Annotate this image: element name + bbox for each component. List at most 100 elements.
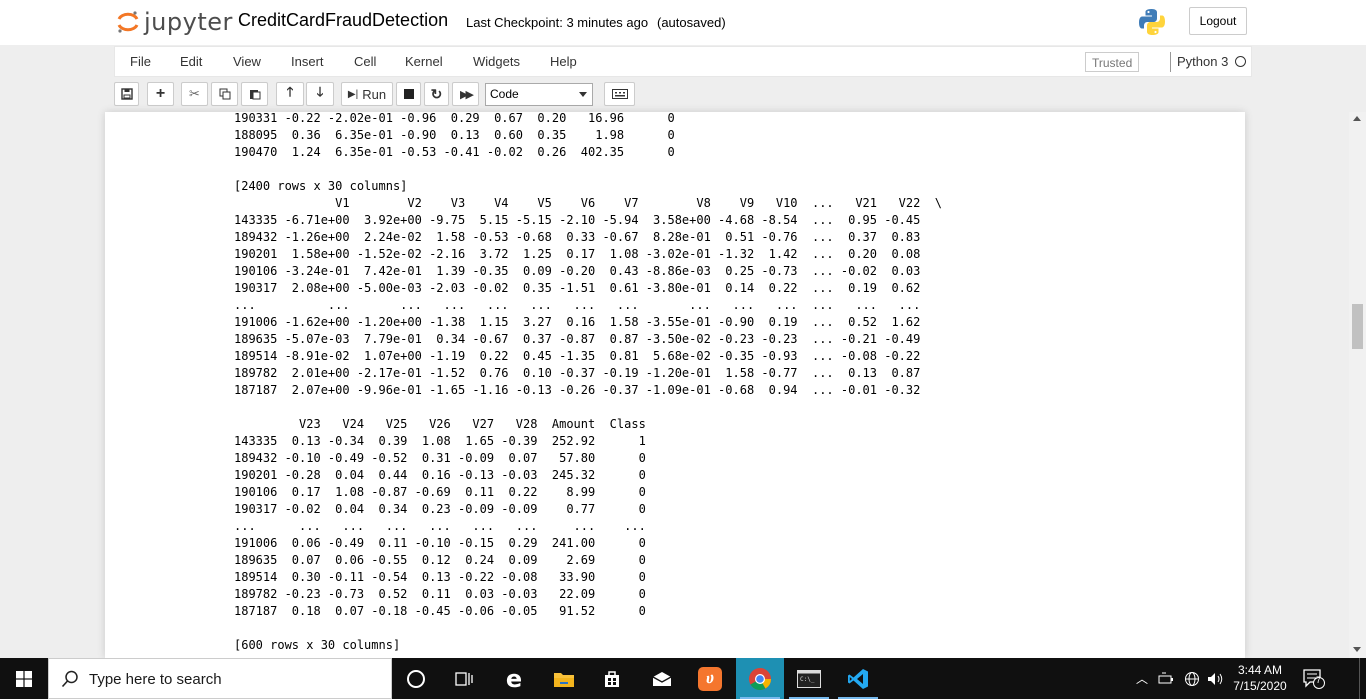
menu-file[interactable]: File bbox=[130, 54, 151, 69]
taskbar-chrome[interactable] bbox=[736, 658, 784, 699]
taskbar-file-explorer[interactable] bbox=[540, 658, 588, 699]
copy-button[interactable] bbox=[211, 82, 238, 106]
chrome-icon bbox=[749, 667, 771, 690]
output-line: 187187 2.07e+00 -9.96e-01 -1.65 -1.16 -0… bbox=[234, 383, 921, 397]
output-line: ... ... ... ... ... ... ... ... ... bbox=[234, 519, 646, 533]
taskbar-search[interactable]: Type here to search bbox=[48, 658, 392, 699]
trusted-indicator[interactable]: Trusted bbox=[1085, 52, 1140, 72]
move-down-button[interactable]: 🡓 bbox=[306, 82, 334, 106]
task-view-button[interactable] bbox=[440, 658, 488, 699]
notification-badge: 7 bbox=[1316, 675, 1322, 685]
menu-edit[interactable]: Edit bbox=[180, 54, 202, 69]
cell-output: 190331 -0.22 -2.02e-01 -0.96 0.29 0.67 0… bbox=[234, 112, 942, 654]
jupyter-logo-text: jupyter bbox=[144, 8, 233, 36]
menu-kernel[interactable]: Kernel bbox=[405, 54, 443, 69]
search-placeholder: Type here to search bbox=[89, 671, 222, 688]
restart-run-all-button[interactable]: ▶▶ bbox=[452, 82, 479, 106]
svg-text:C:\_: C:\_ bbox=[800, 676, 815, 683]
chevron-up-icon: ︿ bbox=[1135, 672, 1148, 686]
output-line: 191006 -1.62e+00 -1.20e+00 -1.38 1.15 3.… bbox=[234, 315, 921, 329]
output-line: 187187 0.18 0.07 -0.18 -0.45 -0.06 -0.05… bbox=[234, 604, 646, 618]
scroll-up-icon[interactable] bbox=[1353, 116, 1361, 121]
save-button[interactable] bbox=[114, 82, 139, 106]
action-center-button[interactable]: 7 bbox=[1296, 658, 1332, 699]
output-line: 190201 -0.28 0.04 0.44 0.16 -0.13 -0.03 … bbox=[234, 468, 646, 482]
terminal-icon: C:\_ bbox=[797, 669, 821, 688]
clock-time: 3:44 AM bbox=[1237, 663, 1283, 677]
clock-date: 7/15/2020 bbox=[1233, 679, 1287, 693]
scroll-down-icon[interactable] bbox=[1353, 647, 1361, 652]
show-desktop-strip[interactable] bbox=[1359, 658, 1360, 699]
move-up-button[interactable]: 🡑 bbox=[276, 82, 304, 106]
output-line: 189514 -8.91e-02 1.07e+00 -1.19 0.22 0.4… bbox=[234, 349, 921, 363]
tray-volume[interactable] bbox=[1204, 658, 1228, 699]
tray-battery[interactable] bbox=[1155, 658, 1179, 699]
output-line: 190201 1.58e+00 -1.52e-02 -2.16 3.72 1.2… bbox=[234, 247, 921, 261]
paste-button[interactable] bbox=[241, 82, 268, 106]
taskbar-terminal[interactable]: C:\_ bbox=[785, 658, 833, 699]
interrupt-button[interactable] bbox=[396, 82, 421, 106]
output-line: 189635 0.07 0.06 -0.55 0.12 0.24 0.09 2.… bbox=[234, 553, 646, 567]
mail-icon bbox=[652, 671, 672, 686]
command-palette-button[interactable] bbox=[604, 82, 635, 106]
search-icon bbox=[61, 670, 78, 688]
cell-type-select[interactable]: Code bbox=[485, 83, 593, 106]
folder-icon bbox=[554, 672, 574, 687]
refresh-icon: ↻ bbox=[430, 85, 443, 102]
output-line: 190317 -0.02 0.04 0.34 0.23 -0.09 -0.09 … bbox=[234, 502, 646, 516]
page-scrollbar[interactable] bbox=[1349, 112, 1366, 658]
output-line: 189782 2.01e+00 -2.17e-01 -1.52 0.76 0.1… bbox=[234, 366, 921, 380]
menu-help[interactable]: Help bbox=[550, 54, 577, 69]
jupyter-logo[interactable]: jupyter bbox=[116, 7, 233, 37]
output-line: 190331 -0.22 -2.02e-01 -0.96 0.29 0.67 0… bbox=[234, 112, 675, 125]
insert-cell-button[interactable]: + bbox=[147, 82, 174, 106]
menu-cell[interactable]: Cell bbox=[354, 54, 376, 69]
notebook-toolbar: + ✂ 🡑 🡓 ▶| Run ↻ ▶▶ Code bbox=[114, 82, 1252, 110]
cortana-button[interactable] bbox=[392, 658, 440, 699]
paste-icon bbox=[249, 90, 260, 100]
scissors-icon: ✂ bbox=[189, 86, 200, 101]
output-line: ... ... ... ... ... ... ... ... ... ... … bbox=[234, 298, 921, 312]
menubar: File Edit View Insert Cell Kernel Widget… bbox=[114, 46, 1252, 77]
menu-view[interactable]: View bbox=[233, 54, 261, 69]
logout-button[interactable]: Logout bbox=[1189, 7, 1247, 35]
output-line: 190106 -3.24e-01 7.42e-01 1.39 -0.35 0.0… bbox=[234, 264, 921, 278]
battery-icon bbox=[1158, 672, 1173, 683]
kernel-name: Python 3 bbox=[1177, 54, 1229, 69]
restart-button[interactable]: ↻ bbox=[424, 82, 449, 106]
start-button[interactable] bbox=[0, 658, 48, 699]
notebook-container[interactable]: 190331 -0.22 -2.02e-01 -0.96 0.29 0.67 0… bbox=[105, 112, 1245, 658]
jupyter-header: jupyter CreditCardFraudDetection Last Ch… bbox=[0, 0, 1366, 45]
output-line: V1 V2 V3 V4 V5 V6 V7 V8 V9 V10 ... V21 V… bbox=[234, 196, 943, 210]
taskbar-app-orange[interactable]: ሀ bbox=[686, 658, 734, 699]
menu-widgets[interactable]: Widgets bbox=[473, 54, 520, 69]
output-line: 190317 2.08e+00 -5.00e-03 -2.03 -0.02 0.… bbox=[234, 281, 921, 295]
output-line: [2400 rows x 30 columns] bbox=[234, 179, 408, 193]
output-line: 189514 0.30 -0.11 -0.54 0.13 -0.22 -0.08… bbox=[234, 570, 646, 584]
windows-logo-icon bbox=[16, 670, 32, 687]
copy-icon bbox=[219, 88, 230, 100]
show-hidden-icons[interactable]: ︿ bbox=[1131, 658, 1153, 699]
output-line: 143335 0.13 -0.34 0.39 1.08 1.65 -0.39 2… bbox=[234, 434, 646, 448]
scrollbar-thumb[interactable] bbox=[1352, 304, 1363, 349]
output-line: 191006 0.06 -0.49 0.11 -0.10 -0.15 0.29 … bbox=[234, 536, 646, 550]
taskbar-mail[interactable] bbox=[638, 658, 686, 699]
notification-icon bbox=[1303, 668, 1325, 689]
arrow-down-icon: 🡓 bbox=[316, 84, 324, 99]
taskbar-edge[interactable]: e bbox=[490, 658, 538, 699]
notebook-title[interactable]: CreditCardFraudDetection bbox=[238, 10, 448, 31]
tray-network[interactable] bbox=[1180, 658, 1204, 699]
taskbar-store[interactable] bbox=[588, 658, 636, 699]
menu-insert[interactable]: Insert bbox=[291, 54, 324, 69]
taskbar-clock[interactable]: 3:44 AM 7/15/2020 bbox=[1228, 662, 1292, 694]
cut-button[interactable]: ✂ bbox=[181, 82, 208, 106]
output-line: 189432 -0.10 -0.49 -0.52 0.31 -0.09 0.07… bbox=[234, 451, 646, 465]
taskbar-vscode[interactable] bbox=[834, 658, 882, 699]
keyboard-icon bbox=[611, 89, 628, 99]
run-button[interactable]: ▶| Run bbox=[341, 82, 393, 106]
plus-icon: + bbox=[155, 85, 166, 102]
output-line: V23 V24 V25 V26 V27 V28 Amount Class bbox=[234, 417, 646, 431]
python-logo-icon bbox=[1139, 9, 1165, 35]
